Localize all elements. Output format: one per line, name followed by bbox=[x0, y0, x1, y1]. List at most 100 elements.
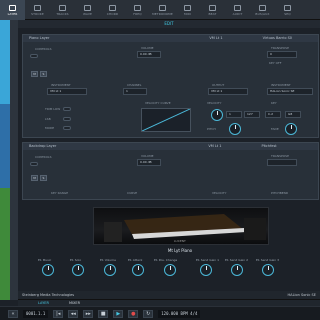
transpose-label: TRANSPOSE bbox=[271, 154, 289, 158]
attack-knob[interactable] bbox=[132, 264, 144, 276]
layer-vm: VM Lt 1 bbox=[208, 144, 222, 148]
toolbar-tool-beat[interactable]: BEAT bbox=[200, 0, 225, 20]
key-low-field[interactable]: C-2 bbox=[265, 111, 281, 118]
controls-toggle[interactable] bbox=[30, 54, 38, 58]
record-button[interactable]: ● bbox=[128, 309, 139, 318]
key-off-label: KEY OFF bbox=[269, 61, 282, 65]
edit-header: EDIT bbox=[18, 20, 320, 28]
send-gain-2-knob[interactable] bbox=[231, 264, 243, 276]
back-button[interactable]: ◂◂ bbox=[68, 309, 79, 318]
tracks-icon bbox=[59, 4, 66, 11]
instrument-field[interactable]: VM Lt 1 bbox=[47, 88, 87, 95]
music-knob[interactable] bbox=[42, 264, 54, 276]
velocity-label: VELOCITY bbox=[207, 101, 222, 105]
forward-button[interactable]: ▸▸ bbox=[83, 309, 94, 318]
midi-icon bbox=[184, 4, 191, 11]
volume-field[interactable]: 0.00 dB bbox=[137, 159, 161, 166]
toolbar-tool-stroke[interactable]: STROKE bbox=[25, 0, 50, 20]
control-label: E1 Volume bbox=[100, 258, 116, 262]
solo-knob[interactable] bbox=[72, 264, 84, 276]
transpose-field[interactable]: 0 bbox=[267, 51, 297, 58]
velocity-high-field[interactable]: 127 bbox=[244, 111, 260, 118]
volume-field[interactable]: 0.00 dB bbox=[137, 51, 161, 58]
solo-button[interactable]: S bbox=[40, 175, 47, 181]
toolbar-tool-chord[interactable]: CHORD bbox=[100, 0, 125, 20]
solo-button[interactable]: S bbox=[40, 71, 47, 77]
velocity-knob[interactable] bbox=[211, 109, 223, 121]
pitch-knob[interactable] bbox=[229, 123, 241, 135]
mute-button[interactable]: M bbox=[31, 175, 38, 181]
tempo-display: 120.000 BPM 4/4 bbox=[158, 309, 201, 318]
control-label: E1 Attack bbox=[128, 258, 143, 262]
metronome-icon bbox=[159, 4, 166, 11]
piano-brand: LUCENT bbox=[174, 239, 186, 243]
toolbar-tool-bus[interactable]: BUS/AUX bbox=[250, 0, 275, 20]
send-gain-1-knob[interactable] bbox=[200, 264, 212, 276]
volume-label: VOLUME bbox=[141, 154, 154, 158]
stop-button[interactable]: ■ bbox=[98, 309, 109, 318]
trim-low-toggle[interactable] bbox=[63, 107, 71, 111]
velocity-low-field[interactable]: 1 bbox=[226, 111, 242, 118]
control-label: E1 Pos. Change bbox=[154, 258, 178, 262]
to-start-button[interactable]: |◂ bbox=[53, 309, 64, 318]
audit-icon bbox=[234, 4, 241, 11]
row-label: PITCHBEND bbox=[271, 191, 289, 195]
play-button[interactable]: ▶ bbox=[113, 309, 124, 318]
velocity-curve-label: VELOCITY CURVE bbox=[145, 101, 171, 105]
row-label: VELOCITY bbox=[212, 191, 227, 195]
toolbar-tool-metronome[interactable]: METRONOME bbox=[150, 0, 175, 20]
mute-button[interactable]: M bbox=[31, 71, 38, 77]
fade-knob[interactable] bbox=[285, 123, 297, 135]
backdrop-layer-panel: Backdrop Layer VM Lt 1 Pitchfest CONTROL… bbox=[22, 142, 319, 200]
position-counter: 0001.1.1 bbox=[23, 309, 49, 318]
toolbar-tool-midi[interactable]: MIDI bbox=[175, 0, 200, 20]
transpose-field[interactable] bbox=[267, 159, 297, 166]
instrument-label: INSTRUMENT bbox=[51, 83, 71, 87]
mode-label: MODE bbox=[45, 126, 55, 130]
toolbar-tool-freq[interactable]: FREQ bbox=[125, 0, 150, 20]
piano-image: LUCENT bbox=[93, 207, 269, 245]
send-gain-3-knob[interactable] bbox=[262, 264, 274, 276]
volume-knob[interactable] bbox=[104, 264, 116, 276]
wave-icon bbox=[84, 4, 91, 11]
mode-toggle[interactable] bbox=[63, 126, 71, 130]
layer-preset-hint: Pitchfest bbox=[261, 144, 277, 148]
loop-button[interactable]: ↻ bbox=[143, 309, 154, 318]
toolbar-tool-wave[interactable]: WAVE bbox=[75, 0, 100, 20]
layer-title: Backdrop Layer bbox=[29, 144, 57, 148]
control-label: E1 Solo bbox=[70, 258, 82, 262]
top-toolbar: LAYER STROKE TRACKS WAVE CHORD FREQ METR… bbox=[0, 0, 320, 20]
piano-layer-panel: Piano Layer VM Lt 1 Virtuos Barrio S0 CO… bbox=[22, 34, 319, 138]
channel-field[interactable]: 1 bbox=[123, 88, 147, 95]
layer-title: Piano Layer bbox=[29, 36, 50, 40]
toolbar-tool-seq[interactable]: SEQ bbox=[275, 0, 300, 20]
controls-toggle[interactable] bbox=[30, 162, 38, 166]
seq-icon bbox=[284, 4, 291, 11]
volume-label: VOLUME bbox=[141, 46, 154, 50]
status-bar: Steinberg Media Technologies HALion Soni… bbox=[18, 291, 320, 299]
output-field[interactable]: VM Lt 1 bbox=[208, 88, 248, 95]
toolbar-tool-layer[interactable]: LAYER bbox=[0, 0, 25, 20]
transport-bar: « 0001.1.1 |◂ ◂◂ ▸▸ ■ ▶ ● ↻ 120.000 BPM … bbox=[0, 306, 320, 320]
backdrop-layer-header[interactable]: Backdrop Layer VM Lt 1 Pitchfest bbox=[23, 143, 318, 150]
track-color-strip bbox=[0, 20, 10, 300]
left-sidebar bbox=[10, 20, 18, 300]
lsb-toggle[interactable] bbox=[63, 117, 71, 121]
bus-icon bbox=[259, 4, 266, 11]
transpose-label: TRANSPOSE bbox=[271, 46, 289, 50]
toolbar-tool-tracks[interactable]: TRACKS bbox=[50, 0, 75, 20]
key-high-field[interactable]: G8 bbox=[285, 111, 301, 118]
pos-change-knob[interactable] bbox=[164, 264, 176, 276]
piano-layer-header[interactable]: Piano Layer VM Lt 1 Virtuos Barrio S0 bbox=[23, 35, 318, 42]
vendor-label: Steinberg Media Technologies bbox=[22, 293, 75, 297]
fade-label: FADE bbox=[271, 127, 279, 131]
control-label: E1 Send Gain 1 bbox=[196, 258, 220, 262]
velocity-curve-editor[interactable] bbox=[141, 108, 191, 132]
rewind-button[interactable]: « bbox=[8, 309, 18, 318]
preset-label: INSTRUMENT bbox=[271, 83, 291, 87]
toolbar-tool-audit[interactable]: AUDIT bbox=[225, 0, 250, 20]
output-label: OUTPUT bbox=[212, 83, 225, 87]
row-label: CURVE bbox=[127, 191, 138, 195]
piano-name: Mt Lyt Piano bbox=[167, 248, 193, 253]
preset-field[interactable]: HALion Sonic SE bbox=[267, 88, 313, 95]
